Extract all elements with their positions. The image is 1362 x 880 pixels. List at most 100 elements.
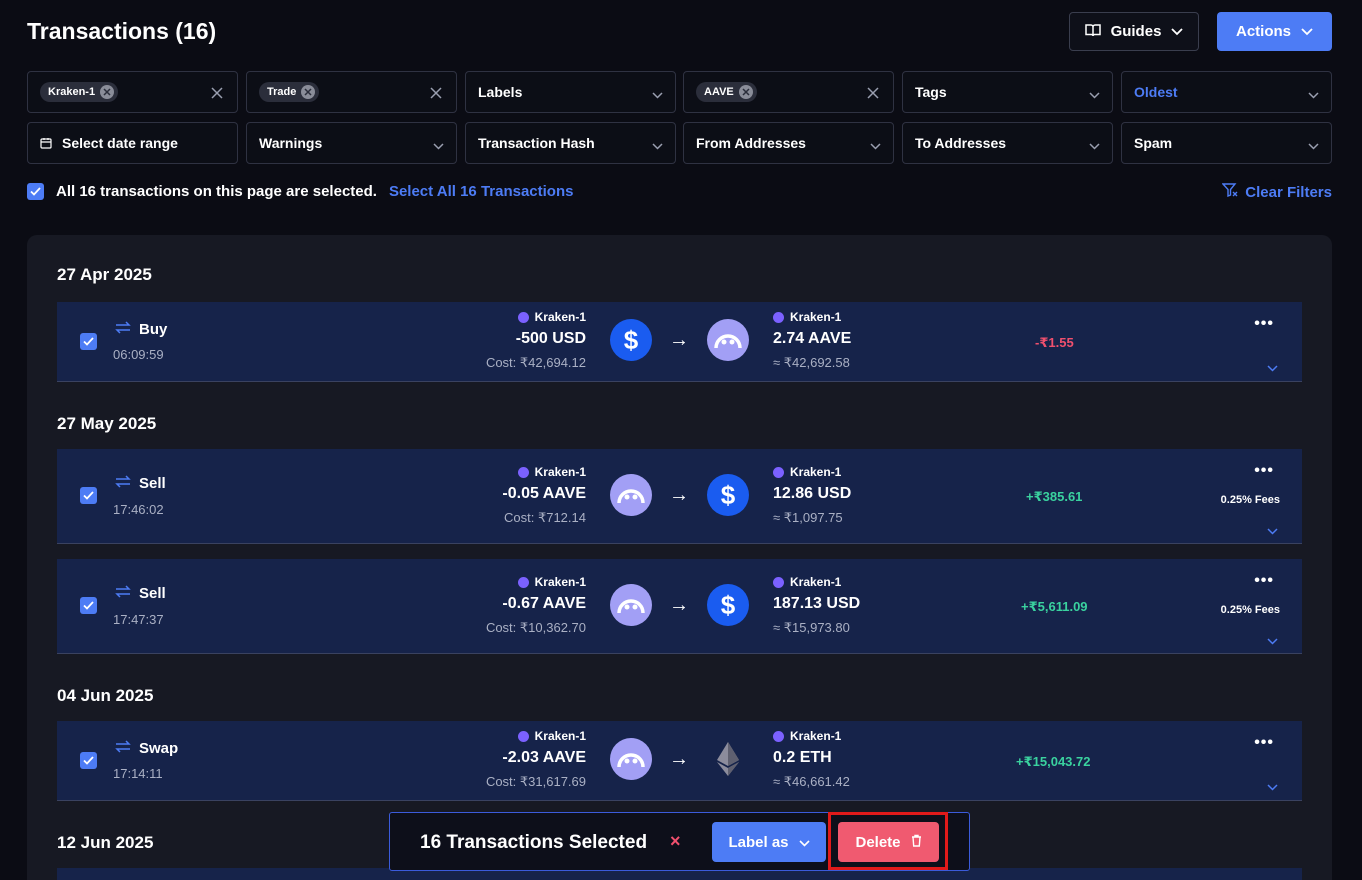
row-checkbox[interactable] — [80, 597, 97, 614]
select-all-link[interactable]: Select All 16 Transactions — [389, 183, 574, 200]
arrow-right-icon: → — [669, 484, 689, 506]
date-heading: 04 Jun 2025 — [57, 686, 154, 705]
aave-coin-icon — [610, 738, 652, 780]
chevron-down-icon[interactable] — [1267, 632, 1278, 650]
from-amount: -0.05 AAVE — [502, 485, 586, 502]
to-value: ≈ ₹1,097.75 — [773, 510, 843, 525]
tx-hash-filter[interactable]: Transaction Hash — [465, 122, 676, 164]
from-amount: -500 USD — [515, 330, 586, 347]
transaction-type: Swap — [139, 740, 179, 757]
from-amount: -0.67 AAVE — [502, 595, 586, 612]
arrow-right-icon: → — [669, 748, 689, 770]
close-icon[interactable] — [211, 86, 223, 102]
spam-filter[interactable]: Spam — [1121, 122, 1332, 164]
transaction-row[interactable]: Sell 17:46:02 Kraken-1 -0.05 AAVE Cost: … — [57, 449, 1302, 544]
chevron-down-icon — [652, 137, 663, 153]
asset-chip-label: AAVE — [704, 86, 734, 98]
label-as-button[interactable]: Label as — [712, 822, 826, 862]
row-checkbox[interactable] — [80, 333, 97, 350]
pnl-value: +₹15,043.72 — [1016, 754, 1091, 769]
row-checkbox[interactable] — [80, 487, 97, 504]
from-cost: Cost: ₹712.14 — [504, 510, 586, 525]
remove-chip-icon[interactable] — [100, 85, 115, 99]
to-amount: 2.74 AAVE — [773, 330, 852, 347]
warnings-label: Warnings — [259, 135, 323, 151]
from-source: Kraken-1 — [534, 310, 586, 324]
date-heading: 27 May 2025 — [57, 414, 157, 433]
chevron-down-icon[interactable] — [1267, 522, 1278, 540]
actions-button[interactable]: Actions — [1217, 12, 1332, 51]
aave-coin-icon — [610, 584, 652, 626]
to-source: Kraken-1 — [790, 310, 842, 324]
chevron-down-icon[interactable] — [1267, 778, 1278, 796]
exchange-chip-label: Kraken-1 — [48, 86, 96, 98]
exchange-filter[interactable]: Kraken-1 — [27, 71, 238, 113]
sort-label: Oldest — [1134, 84, 1178, 100]
remove-chip-icon[interactable] — [301, 85, 316, 99]
row-checkbox[interactable] — [80, 752, 97, 769]
type-chip-label: Trade — [267, 86, 297, 98]
transaction-row[interactable]: Sell 17:47:37 Kraken-1 -0.67 AAVE Cost: … — [57, 559, 1302, 654]
kraken-icon — [517, 311, 529, 323]
fees-label: 0.25% Fees — [1220, 494, 1280, 506]
swap-arrows-icon — [115, 475, 131, 492]
kraken-icon — [517, 576, 529, 588]
deselect-button[interactable]: × — [670, 831, 681, 852]
transaction-type: Sell — [139, 585, 166, 602]
chevron-down-icon[interactable] — [1267, 359, 1278, 377]
close-icon[interactable] — [430, 86, 442, 102]
usd-coin-icon: $ — [707, 584, 749, 626]
to-addresses-label: To Addresses — [915, 135, 1007, 151]
transaction-time: 17:47:37 — [113, 612, 164, 627]
selected-count: 16 Transactions Selected — [420, 832, 648, 853]
sort-select[interactable]: Oldest — [1121, 71, 1332, 113]
from-source: Kraken-1 — [534, 465, 586, 479]
usd-coin-icon: $ — [610, 319, 652, 361]
pnl-value: +₹385.61 — [1026, 489, 1083, 504]
more-icon[interactable]: ••• — [1254, 462, 1274, 480]
to-source: Kraken-1 — [790, 575, 842, 589]
from-cost: Cost: ₹31,617.69 — [485, 774, 586, 789]
more-icon[interactable]: ••• — [1254, 734, 1274, 752]
swap-arrows-icon — [115, 585, 131, 602]
remove-chip-icon[interactable] — [738, 85, 753, 99]
tx-hash-label: Transaction Hash — [478, 135, 595, 151]
eth-coin-icon — [707, 738, 749, 780]
swap-arrows-icon — [115, 321, 131, 338]
chevron-down-icon — [870, 137, 881, 153]
to-addresses-filter[interactable]: To Addresses — [902, 122, 1113, 164]
more-icon[interactable]: ••• — [1254, 572, 1274, 590]
tags-filter[interactable]: Tags — [902, 71, 1113, 113]
delete-highlight-box — [828, 812, 948, 870]
kraken-icon — [773, 466, 784, 478]
chevron-down-icon — [1308, 86, 1319, 102]
aave-coin-icon — [707, 319, 749, 361]
kraken-icon — [517, 466, 529, 478]
arrow-right-icon: → — [669, 329, 689, 351]
clear-filters-button[interactable]: Clear Filters — [1221, 183, 1332, 201]
guides-button[interactable]: Guides — [1069, 12, 1199, 51]
swap-arrows-icon — [115, 740, 131, 757]
select-all-checkbox[interactable] — [27, 183, 44, 200]
warnings-filter[interactable]: Warnings — [246, 122, 457, 164]
to-source: Kraken-1 — [790, 729, 842, 743]
close-icon[interactable] — [867, 86, 879, 102]
pnl-value: -₹1.55 — [1035, 335, 1074, 350]
transaction-row[interactable]: Swap 17:14:11 Kraken-1 -2.03 AAVE Cost: … — [57, 721, 1302, 801]
more-icon[interactable]: ••• — [1254, 315, 1274, 333]
chevron-down-icon — [1089, 86, 1100, 102]
book-icon — [1084, 23, 1101, 41]
chevron-down-icon — [1301, 23, 1313, 40]
labels-filter[interactable]: Labels — [465, 71, 676, 113]
asset-filter[interactable]: AAVE — [683, 71, 894, 113]
type-chip: Trade — [259, 82, 320, 102]
actions-label: Actions — [1235, 23, 1291, 40]
transaction-row[interactable]: Buy 06:09:59 Kraken-1 -500 USD Cost: ₹42… — [57, 302, 1302, 382]
chevron-down-icon — [798, 834, 810, 851]
aave-coin-icon — [610, 474, 652, 516]
from-addresses-filter[interactable]: From Addresses — [683, 122, 894, 164]
date-range-filter[interactable]: Select date range — [27, 122, 238, 164]
type-filter[interactable]: Trade — [246, 71, 457, 113]
chevron-down-icon — [1171, 23, 1184, 40]
transaction-time: 17:14:11 — [113, 766, 163, 781]
